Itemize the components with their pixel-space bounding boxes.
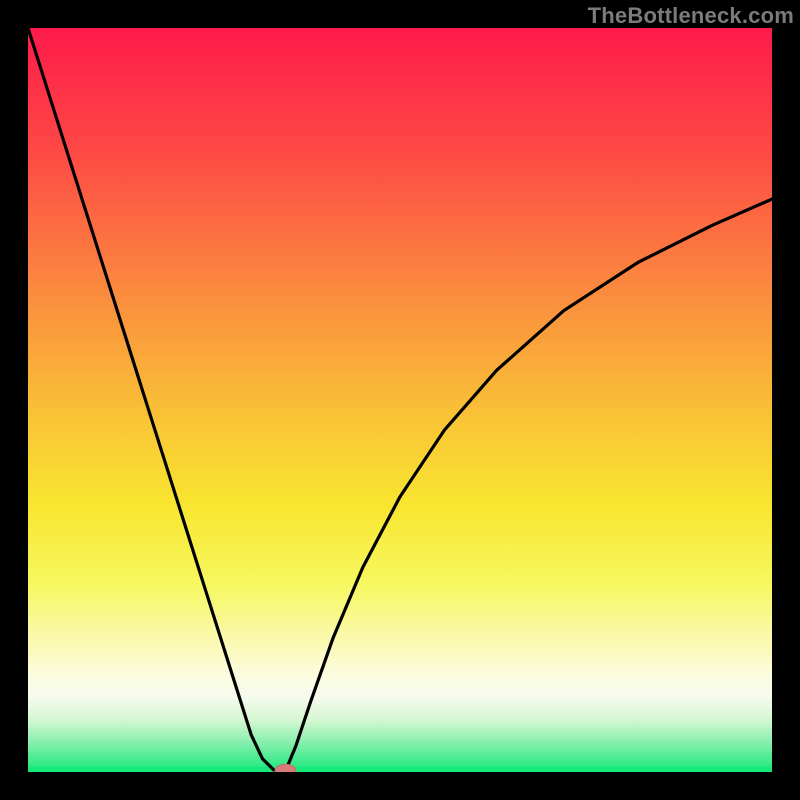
watermark-text: TheBottleneck.com xyxy=(588,3,794,29)
gradient-background xyxy=(28,28,772,772)
green-band xyxy=(28,767,772,772)
bottleneck-chart xyxy=(28,28,772,772)
chart-frame xyxy=(28,28,772,772)
